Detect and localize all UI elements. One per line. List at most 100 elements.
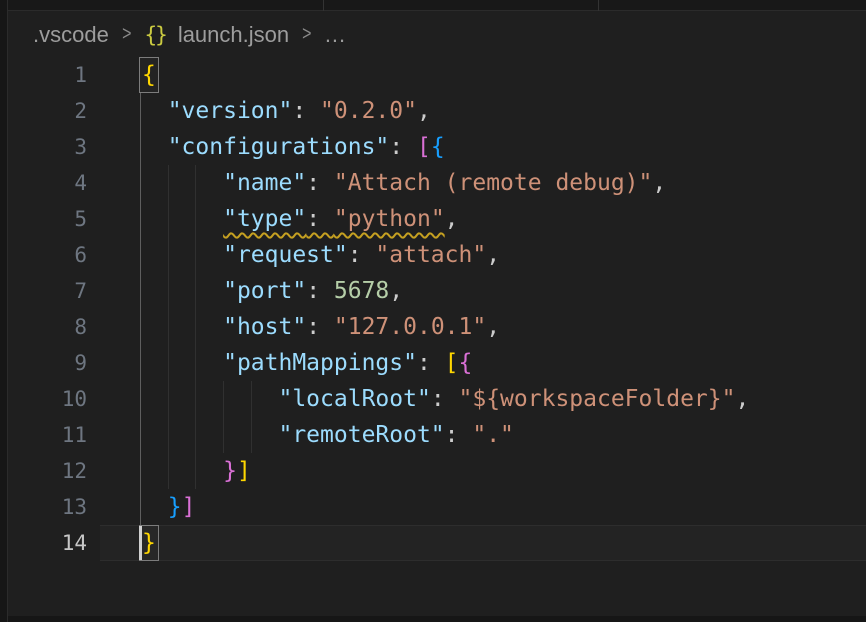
matched-bracket: { xyxy=(140,58,158,92)
code-token: , xyxy=(445,206,459,232)
code-line[interactable]: 6 "request": "attach", xyxy=(9,237,866,273)
code-content[interactable]: "port": 5678, xyxy=(100,273,866,309)
line-number[interactable]: 14 xyxy=(9,525,100,561)
line-number[interactable]: 8 xyxy=(9,309,100,345)
breadcrumb-folder[interactable]: .vscode xyxy=(33,22,109,48)
code-token xyxy=(140,314,223,340)
code-token: , xyxy=(417,98,431,124)
window-left-edge xyxy=(0,0,8,622)
line-number[interactable]: 11 xyxy=(9,417,100,453)
editor-tab-bar[interactable] xyxy=(0,0,866,11)
line-number[interactable]: 10 xyxy=(9,381,100,417)
line-number[interactable]: 5 xyxy=(9,201,100,237)
code-token: [ xyxy=(445,350,459,376)
code-token: { xyxy=(431,134,445,160)
code-token xyxy=(140,98,168,124)
matched-bracket: } xyxy=(140,526,158,560)
code-token xyxy=(140,242,223,268)
code-token: : xyxy=(389,134,417,160)
line-number[interactable]: 13 xyxy=(9,489,100,525)
code-token xyxy=(140,206,223,232)
code-token: , xyxy=(735,386,749,412)
code-content[interactable]: "configurations": [{ xyxy=(100,129,866,165)
code-line[interactable]: 3 "configurations": [{ xyxy=(9,129,866,165)
code-token: } xyxy=(223,458,237,484)
code-content[interactable]: "version": "0.2.0", xyxy=(100,93,866,129)
breadcrumb-symbol-ellipsis[interactable]: ... xyxy=(325,22,346,48)
code-content[interactable]: }] xyxy=(100,453,866,489)
code-token: "${workspaceFolder}" xyxy=(459,386,736,412)
code-token: "Attach (remote debug)" xyxy=(334,170,653,196)
code-line[interactable]: 2 "version": "0.2.0", xyxy=(9,93,866,129)
code-line[interactable]: 1{ xyxy=(9,57,866,93)
code-content[interactable]: "type": "python", xyxy=(100,201,866,237)
code-token: 5678 xyxy=(334,278,389,304)
code-token: "type" xyxy=(223,206,306,232)
code-token: : xyxy=(306,206,334,232)
code-token xyxy=(140,350,223,376)
code-line[interactable]: 13 }] xyxy=(9,489,866,525)
chevron-right-icon: > xyxy=(302,23,311,46)
code-token: "remoteRoot" xyxy=(278,422,444,448)
code-token xyxy=(140,494,168,520)
code-content[interactable]: { xyxy=(100,57,866,93)
code-token: ] xyxy=(182,494,196,520)
code-token: : xyxy=(431,386,459,412)
code-content[interactable]: "request": "attach", xyxy=(100,237,866,273)
code-content[interactable]: "host": "127.0.0.1", xyxy=(100,309,866,345)
line-number[interactable]: 1 xyxy=(9,57,100,93)
line-number[interactable]: 2 xyxy=(9,93,100,129)
vscode-editor-window: .vscode > {} launch.json > ... 1{2 "vers… xyxy=(0,0,866,622)
code-line[interactable]: 4 "name": "Attach (remote debug)", xyxy=(9,165,866,201)
breadcrumb: .vscode > {} launch.json > ... xyxy=(9,12,866,57)
code-line[interactable]: 9 "pathMappings": [{ xyxy=(9,345,866,381)
code-token: "localRoot" xyxy=(278,386,430,412)
code-token: : xyxy=(292,98,320,124)
code-token xyxy=(140,386,278,412)
code-token: "127.0.0.1" xyxy=(334,314,486,340)
code-content[interactable]: "localRoot": "${workspaceFolder}", xyxy=(100,381,866,417)
code-token: "python" xyxy=(334,206,445,232)
code-token: "configurations" xyxy=(168,134,390,160)
code-token xyxy=(140,422,278,448)
code-token: , xyxy=(486,242,500,268)
text-cursor xyxy=(139,526,142,560)
editor[interactable]: 1{2 "version": "0.2.0",3 "configurations… xyxy=(9,57,866,616)
code-line[interactable]: 11 "remoteRoot": "." xyxy=(9,417,866,453)
code-content[interactable]: }] xyxy=(100,489,866,525)
code-token: "." xyxy=(472,422,514,448)
code-line[interactable]: 5 "type": "python", xyxy=(9,201,866,237)
code-token: "version" xyxy=(168,98,293,124)
breadcrumb-file[interactable]: launch.json xyxy=(178,22,289,48)
line-number[interactable]: 3 xyxy=(9,129,100,165)
code-token: : xyxy=(445,422,473,448)
code-line[interactable]: 7 "port": 5678, xyxy=(9,273,866,309)
line-number[interactable]: 6 xyxy=(9,237,100,273)
window-bottom-edge xyxy=(0,616,866,622)
code-line[interactable]: 10 "localRoot": "${workspaceFolder}", xyxy=(9,381,866,417)
line-number[interactable]: 7 xyxy=(9,273,100,309)
code-content[interactable]: "name": "Attach (remote debug)", xyxy=(100,165,866,201)
line-number[interactable]: 4 xyxy=(9,165,100,201)
line-number[interactable]: 12 xyxy=(9,453,100,489)
code-token: [ xyxy=(417,134,431,160)
code-content[interactable]: } xyxy=(100,525,866,561)
code-line[interactable]: 12 }] xyxy=(9,453,866,489)
line-number[interactable]: 9 xyxy=(9,345,100,381)
code-line[interactable]: 14} xyxy=(9,525,866,561)
code-content[interactable]: "remoteRoot": "." xyxy=(100,417,866,453)
code-token: ] xyxy=(237,458,251,484)
tab-separator xyxy=(323,0,324,11)
code-token: { xyxy=(459,350,473,376)
code-token: : xyxy=(306,170,334,196)
code-line[interactable]: 8 "host": "127.0.0.1", xyxy=(9,309,866,345)
code-token: : xyxy=(306,314,334,340)
chevron-right-icon: > xyxy=(122,23,131,46)
code-token: "attach" xyxy=(375,242,486,268)
code-token: : xyxy=(306,278,334,304)
code-content[interactable]: "pathMappings": [{ xyxy=(100,345,866,381)
code-token: "pathMappings" xyxy=(223,350,417,376)
code-token: , xyxy=(389,278,403,304)
tab-separator xyxy=(598,0,599,11)
warning-squiggle-span: "type": "python" xyxy=(223,206,445,232)
